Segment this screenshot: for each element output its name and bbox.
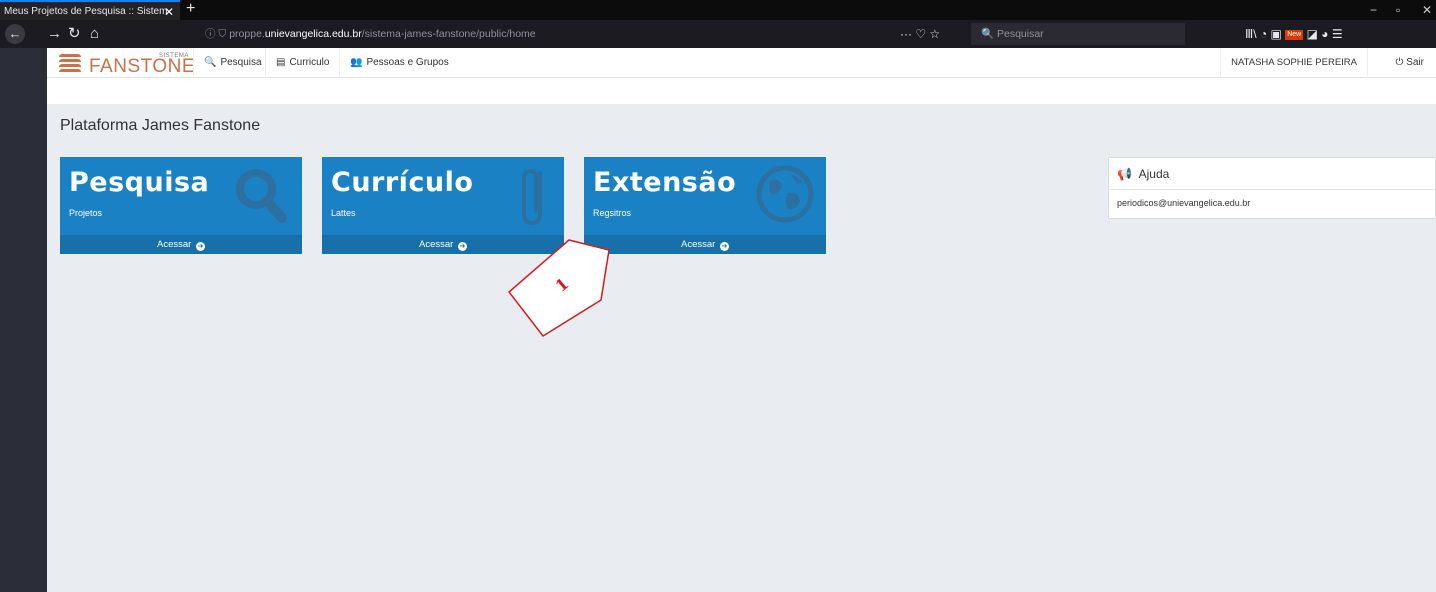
- tile-action-label: Acessar: [157, 239, 192, 250]
- window-close-button[interactable]: ✕: [1422, 0, 1432, 20]
- logout-button[interactable]: ⏻ Sair: [1384, 48, 1436, 78]
- globe-icon: [756, 165, 814, 223]
- browser-tab[interactable]: Meus Projetos de Pesquisa :: Sistem ✕: [0, 0, 180, 20]
- tile-action-label: Acessar: [681, 239, 716, 250]
- browser-tab-bar: Meus Projetos de Pesquisa :: Sistem ✕ + …: [0, 0, 1436, 20]
- url-path: /sistema-james-fanstone/public/home: [361, 28, 536, 40]
- top-navigation: SISTEMA FANSTONE 🔍 Pesquisa ▤ Curriculo 👥 P…: [47, 48, 1436, 78]
- reload-icon[interactable]: ↻: [68, 24, 81, 44]
- arrow-circle-icon: ➜: [719, 242, 729, 251]
- left-sidebar: [0, 48, 47, 592]
- back-arrow-icon[interactable]: ←: [5, 24, 25, 44]
- fanstone-logo[interactable]: SISTEMA FANSTONE: [59, 50, 195, 77]
- tile-title: Pesquisa: [69, 167, 210, 198]
- tab-close-icon[interactable]: ✕: [164, 2, 174, 20]
- tab-title: Meus Projetos de Pesquisa :: Sistem: [4, 6, 168, 17]
- search-icon: 🔍: [204, 57, 217, 68]
- new-badge: New: [1285, 29, 1304, 40]
- search-icon: [236, 169, 287, 223]
- window-minimize-button[interactable]: −: [1370, 0, 1377, 20]
- menu-label: Pesquisa: [220, 57, 262, 68]
- arrow-circle-icon: ➜: [195, 242, 205, 251]
- tile-title: Currículo: [331, 167, 474, 198]
- tile-access-link[interactable]: Acessar ➜: [60, 235, 302, 254]
- arrow-circle-icon: ➜: [457, 242, 467, 251]
- app-header: SISTEMA FANSTONE 🔍 Pesquisa ▤ Curriculo 👥 P…: [47, 48, 1436, 104]
- tile-extensao[interactable]: Extensão Regsitros Acessar ➜: [584, 157, 826, 254]
- browser-toolbar-icons[interactable]: Ⅲ\ ◔ ▣ New ◪ ◕ ☰: [1245, 23, 1343, 45]
- new-tab-button[interactable]: +: [186, 0, 195, 18]
- logout-label: Sair: [1406, 57, 1424, 68]
- paperclip-icon: [522, 168, 542, 226]
- logo-mark-icon: [59, 54, 81, 74]
- tile-access-link[interactable]: Acessar ➜: [584, 235, 826, 254]
- url-prefix: ⓘ ⛉ proppe.: [205, 28, 265, 40]
- users-icon: 👥: [350, 57, 363, 68]
- help-header: 📢 Ajuda: [1109, 158, 1435, 190]
- power-icon: ⏻: [1395, 57, 1404, 68]
- menu-label: Pessoas e Grupos: [366, 57, 449, 68]
- tile-action-label: Acessar: [419, 239, 454, 250]
- extension-icon[interactable]: ◪ ◕ ☰: [1307, 27, 1343, 41]
- url-host: unievangelica.edu.br: [264, 28, 362, 40]
- tile-pesquisa[interactable]: Pesquisa Projetos Acessar ➜: [60, 157, 302, 254]
- help-panel: 📢 Ajuda periodicos@unievangelica.edu.br: [1108, 157, 1436, 219]
- megaphone-icon: 📢: [1117, 167, 1132, 181]
- help-title: Ajuda: [1138, 167, 1170, 181]
- callout-annotation: 1: [507, 239, 610, 337]
- library-icon[interactable]: Ⅲ\ ◔ ▣: [1245, 27, 1282, 41]
- logo-text: FANSTONE: [89, 56, 196, 77]
- menu-item-pessoas-grupos[interactable]: 👥 Pessoas e Grupos: [339, 48, 459, 78]
- address-bar[interactable]: ⓘ ⛉ proppe.unievangelica.edu.br/sistema-…: [197, 23, 947, 45]
- home-icon[interactable]: ⌂: [90, 24, 99, 44]
- browser-nav-bar: ← → ↻ ⌂ ⓘ ⛉ proppe.unievangelica.edu.br/…: [0, 20, 1436, 48]
- help-email[interactable]: periodicos@unievangelica.edu.br: [1109, 190, 1435, 208]
- browser-search-input[interactable]: 🔍 Pesquisar: [971, 23, 1185, 45]
- tile-title: Extensão: [593, 167, 737, 198]
- menu-item-pesquisa[interactable]: 🔍 Pesquisa: [193, 48, 272, 78]
- user-menu[interactable]: NATASHA SOPHIE PEREIRA: [1220, 48, 1368, 78]
- window-restore-button[interactable]: ▫: [1396, 0, 1400, 20]
- forward-arrow-icon[interactable]: →: [47, 24, 62, 44]
- document-icon: ▤: [276, 57, 286, 68]
- page-actions-icons[interactable]: ··· ♡ ☆: [900, 23, 940, 45]
- tile-subtitle: Regsitros: [593, 208, 632, 218]
- menu-item-curriculo[interactable]: ▤ Curriculo: [265, 48, 339, 78]
- page-title: Plataforma James Fanstone: [60, 117, 261, 134]
- menu-label: Curriculo: [289, 57, 330, 68]
- tile-subtitle: Lattes: [331, 208, 356, 218]
- tile-subtitle: Projetos: [69, 208, 103, 218]
